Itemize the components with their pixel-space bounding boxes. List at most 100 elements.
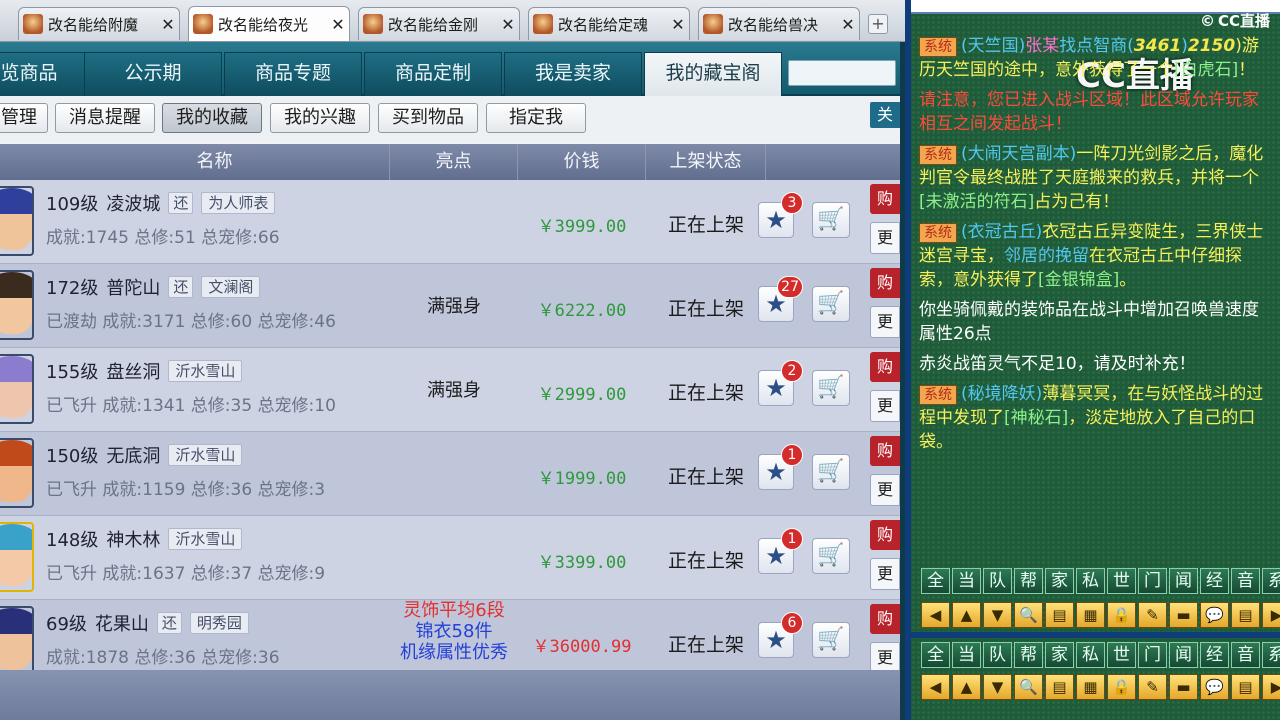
chat-tool-icon[interactable]: 💬	[1200, 674, 1229, 700]
character-avatar[interactable]	[0, 270, 34, 340]
favorite-button[interactable]: ★ 27	[758, 276, 803, 322]
table-row[interactable]: 148级 神木林 沂水雪山 已飞升 成就:1637 总修:37 总宠修:9 ￥3399.…	[0, 516, 900, 600]
cart-icon[interactable]: 🛒	[812, 454, 850, 490]
chat-tool-icon[interactable]: ✎	[1138, 602, 1167, 628]
channel-button[interactable]: 音	[1231, 568, 1260, 594]
chat-tool-icon[interactable]: ▼	[983, 602, 1012, 628]
channel-button[interactable]: 队	[983, 568, 1012, 594]
channel-button[interactable]: 帮	[1014, 642, 1043, 668]
nav-tab-public[interactable]: 公示期	[84, 52, 222, 96]
character-avatar[interactable]	[0, 354, 34, 424]
character-avatar[interactable]	[0, 522, 34, 592]
chat-tool-icon[interactable]: 💬	[1200, 602, 1229, 628]
nav-tab-seller[interactable]: 我是卖家	[504, 52, 642, 96]
channel-button[interactable]: 经	[1200, 568, 1229, 594]
chat-tool-icon[interactable]: ▶	[1262, 602, 1280, 628]
sub-favorites-button[interactable]: 我的收藏	[162, 103, 262, 133]
channel-button[interactable]: 队	[983, 642, 1012, 668]
browser-tab-active[interactable]: 改名能给夜光 ✕	[188, 6, 350, 41]
buy-button[interactable]: 购	[870, 520, 900, 550]
chat-tool-icon[interactable]: ▦	[1076, 674, 1105, 700]
channel-button[interactable]: 家	[1045, 568, 1074, 594]
favorite-button[interactable]: ★ 1	[758, 444, 803, 490]
buy-button[interactable]: 购	[870, 184, 900, 214]
buy-button[interactable]: 购	[870, 604, 900, 634]
table-row[interactable]: 172级 普陀山还文澜阁 已渡劫 成就:3171 总修:60 总宠修:46 满强身 ￥6…	[0, 264, 900, 348]
chat-tool-icon[interactable]: ✎	[1138, 674, 1167, 700]
chat-tool-icon[interactable]: 🔍	[1014, 674, 1043, 700]
channel-button[interactable]: 门	[1138, 642, 1167, 668]
channel-button[interactable]: 全	[921, 642, 950, 668]
character-avatar[interactable]	[0, 606, 34, 670]
buy-button[interactable]: 购	[870, 436, 900, 466]
channel-button[interactable]: 家	[1045, 642, 1074, 668]
chat-tool-icon[interactable]: ▼	[983, 674, 1012, 700]
chat-tool-icon[interactable]: ▤	[1045, 602, 1074, 628]
more-button[interactable]: 更	[870, 474, 900, 506]
more-button[interactable]: 更	[870, 390, 900, 422]
channel-button[interactable]: 闻	[1169, 568, 1198, 594]
nav-tab-topics[interactable]: 商品专题	[224, 52, 362, 96]
channel-button[interactable]: 系	[1262, 642, 1280, 668]
channel-button[interactable]: 全	[921, 568, 950, 594]
chat-tool-icon[interactable]: ▶	[1262, 674, 1280, 700]
close-tab-icon[interactable]: ✕	[671, 15, 685, 34]
chat-tool-icon[interactable]: ▲	[952, 674, 981, 700]
chat-tool-icon[interactable]: ▬	[1169, 602, 1198, 628]
table-row[interactable]: 155级 盘丝洞 沂水雪山 已飞升 成就:1341 总修:35 总宠修:10 满强身 ￥2…	[0, 348, 900, 432]
buy-button[interactable]: 购	[870, 268, 900, 298]
more-button[interactable]: 更	[870, 642, 900, 670]
channel-button[interactable]: 门	[1138, 568, 1167, 594]
channel-button[interactable]: 私	[1076, 642, 1105, 668]
sub-bought-button[interactable]: 买到物品	[378, 103, 478, 133]
chat-tool-icon[interactable]: 🔒	[1107, 602, 1136, 628]
chat-tool-icon[interactable]: ◀	[921, 602, 950, 628]
favorite-button[interactable]: ★ 6	[758, 612, 803, 658]
close-tab-icon[interactable]: ✕	[331, 15, 345, 34]
chat-tool-icon[interactable]: ▲	[952, 602, 981, 628]
channel-button[interactable]: 音	[1231, 642, 1260, 668]
sub-right-button[interactable]: 关	[870, 102, 900, 128]
cart-icon[interactable]: 🛒	[812, 622, 850, 658]
more-button[interactable]: 更	[870, 558, 900, 590]
favorite-button[interactable]: ★ 3	[758, 192, 803, 238]
channel-button[interactable]: 世	[1107, 642, 1136, 668]
cart-icon[interactable]: 🛒	[812, 202, 850, 238]
chat-tool-icon[interactable]: ▬	[1169, 674, 1198, 700]
chat-tool-icon[interactable]: 🔍	[1014, 602, 1043, 628]
sub-manage-button[interactable]: 管理	[0, 103, 48, 133]
browser-tab[interactable]: 改名能给金刚 ✕	[358, 7, 520, 40]
channel-button[interactable]: 当	[952, 642, 981, 668]
search-input[interactable]	[788, 60, 896, 86]
table-row[interactable]: 109级 凌波城还为人师表 成就:1745 总修:51 总宠修:66 ￥3999.00…	[0, 180, 900, 264]
more-button[interactable]: 更	[870, 306, 900, 338]
character-avatar[interactable]	[0, 438, 34, 508]
chat-tool-icon[interactable]: ▤	[1045, 674, 1074, 700]
table-row[interactable]: 150级 无底洞 沂水雪山 已飞升 成就:1159 总修:36 总宠修:3 ￥1999.…	[0, 432, 900, 516]
channel-button[interactable]: 世	[1107, 568, 1136, 594]
nav-tab-my-treasure[interactable]: 我的藏宝阁	[644, 52, 782, 96]
chat-tool-icon[interactable]: ▤	[1231, 602, 1260, 628]
channel-button[interactable]: 当	[952, 568, 981, 594]
sub-interests-button[interactable]: 我的兴趣	[270, 103, 370, 133]
chat-tool-icon[interactable]: 🔒	[1107, 674, 1136, 700]
browser-tab[interactable]: 改名能给兽决 ✕	[698, 7, 860, 40]
chat-tool-icon[interactable]: ▤	[1231, 674, 1260, 700]
channel-button[interactable]: 经	[1200, 642, 1229, 668]
character-avatar[interactable]	[0, 186, 34, 256]
browser-tab[interactable]: 改名能给定魂 ✕	[528, 7, 690, 40]
channel-button[interactable]: 闻	[1169, 642, 1198, 668]
channel-button[interactable]: 系	[1262, 568, 1280, 594]
cart-icon[interactable]: 🛒	[812, 370, 850, 406]
close-tab-icon[interactable]: ✕	[501, 15, 515, 34]
close-tab-icon[interactable]: ✕	[161, 15, 175, 34]
chat-tool-icon[interactable]: ▦	[1076, 602, 1105, 628]
channel-button[interactable]: 帮	[1014, 568, 1043, 594]
favorite-button[interactable]: ★ 2	[758, 360, 803, 406]
close-tab-icon[interactable]: ✕	[841, 15, 855, 34]
new-tab-button[interactable]: +	[868, 14, 888, 34]
sub-designated-button[interactable]: 指定我	[486, 103, 586, 133]
channel-button[interactable]: 私	[1076, 568, 1105, 594]
chat-tool-icon[interactable]: ◀	[921, 674, 950, 700]
more-button[interactable]: 更	[870, 222, 900, 254]
